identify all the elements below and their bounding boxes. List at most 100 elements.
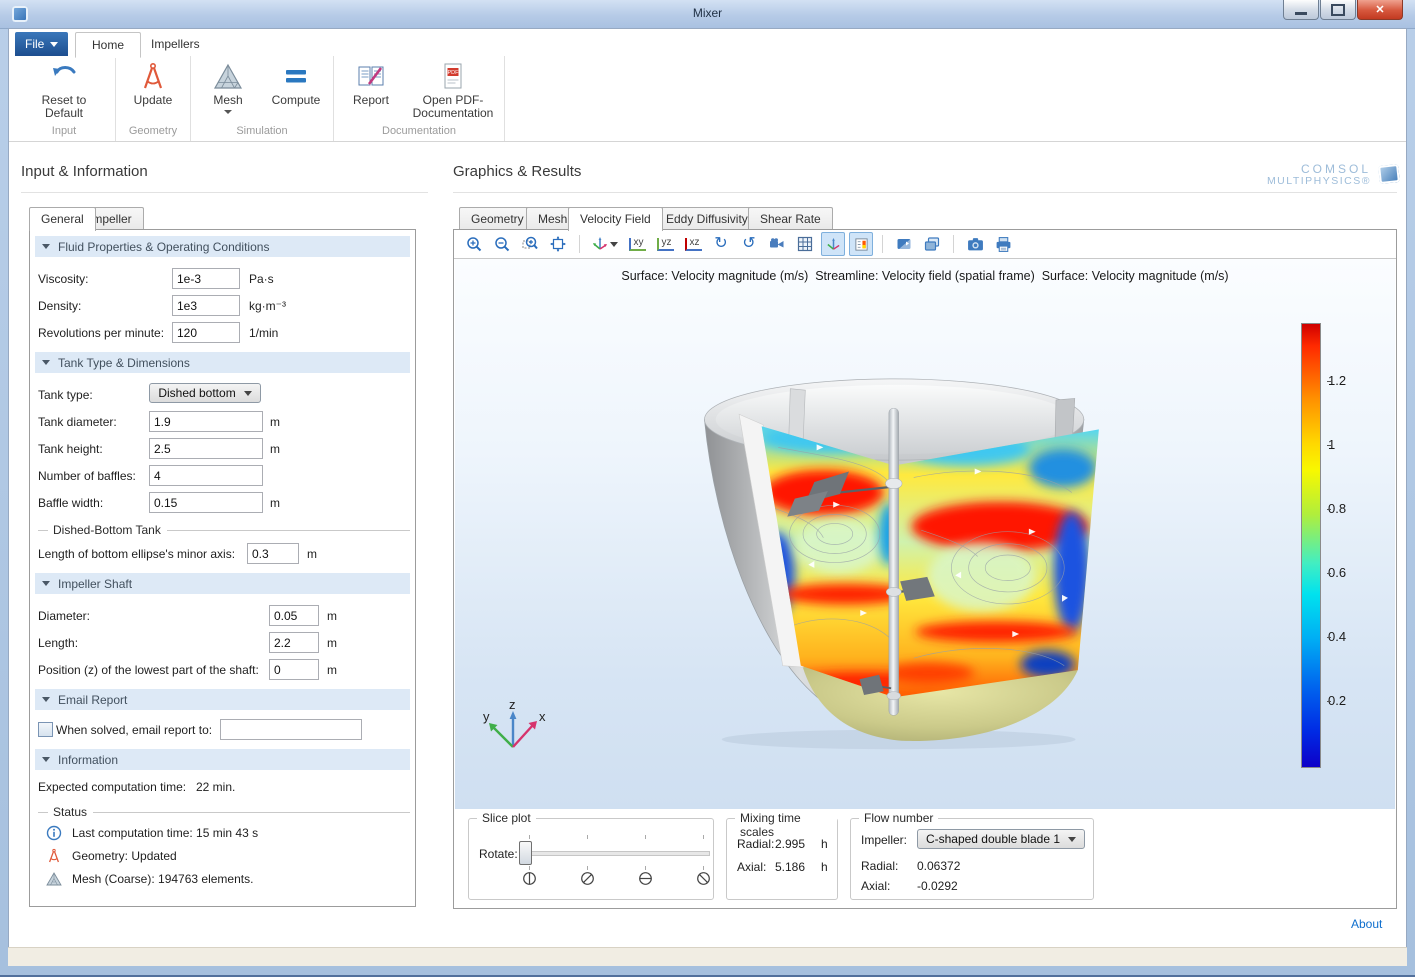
- graphics-canvas[interactable]: Surface: Velocity magnitude (m/s) Stream…: [455, 259, 1395, 809]
- status-mesh: Mesh (Coarse): 194763 elements.: [30, 868, 415, 891]
- left-panel-rule: [21, 192, 428, 193]
- shaft-diameter-input[interactable]: [269, 605, 319, 626]
- minimize-button[interactable]: [1283, 0, 1319, 20]
- email-checkbox[interactable]: [38, 722, 53, 737]
- comsol-logo: COMSOL MULTIPHYSICS®: [1263, 163, 1400, 187]
- report-button[interactable]: Report: [342, 58, 400, 107]
- section-fluid-properties[interactable]: Fluid Properties & Operating Conditions: [35, 236, 410, 257]
- zoom-extents-icon[interactable]: [546, 232, 570, 256]
- slice-diagonal-icon[interactable]: [580, 871, 595, 889]
- section-tank[interactable]: Tank Type & Dimensions: [35, 352, 410, 373]
- mixer-tank-plot: [704, 378, 1099, 750]
- tab-general[interactable]: General: [29, 207, 96, 231]
- viscosity-input[interactable]: [172, 268, 240, 289]
- reset-to-default-button[interactable]: Reset to Default: [21, 58, 107, 120]
- titlebar[interactable]: Mixer: [0, 0, 1415, 29]
- shaft-position-input[interactable]: [269, 659, 319, 680]
- mesh-label: Mesh: [213, 93, 243, 107]
- tab-geometry[interactable]: Geometry: [459, 207, 536, 230]
- rotate-label: Rotate:: [479, 847, 518, 861]
- status-geometry: Geometry: Updated: [30, 845, 415, 868]
- minor-axis-label: Length of bottom ellipse's minor axis:: [38, 547, 236, 561]
- triad-z-label: z: [509, 699, 516, 712]
- rotate-slider-thumb[interactable]: [519, 841, 532, 865]
- section-impeller-shaft[interactable]: Impeller Shaft: [35, 573, 410, 594]
- ribbon-group-simulation: Mesh Compute Simulation: [191, 56, 334, 141]
- file-menu-button[interactable]: File: [15, 32, 69, 56]
- zoom-out-icon[interactable]: [490, 232, 514, 256]
- section-email-report[interactable]: Email Report: [35, 689, 410, 710]
- report-icon: [356, 60, 386, 92]
- print-icon[interactable]: [991, 232, 1015, 256]
- density-input[interactable]: [172, 295, 240, 316]
- zoom-box-icon[interactable]: [518, 232, 542, 256]
- rotate-left-icon[interactable]: ↻: [709, 232, 733, 256]
- tank-type-dropdown[interactable]: Dished bottom: [149, 383, 261, 403]
- section-information[interactable]: Information: [35, 749, 410, 770]
- expected-time-value: 22 min.: [196, 780, 236, 794]
- graphics-panel: xy yz xz ↻ ↺ Surface: Velocity magnitude…: [453, 229, 1397, 909]
- transparency-icon[interactable]: [892, 232, 916, 256]
- reset-to-default-label: Reset to Default: [41, 93, 87, 120]
- view-orientation-icon[interactable]: [589, 232, 621, 256]
- tab-general-label: General: [41, 212, 84, 226]
- grid-icon[interactable]: [793, 232, 817, 256]
- tank-diameter-label: Tank diameter:: [38, 415, 117, 429]
- colorbar: 1.2 1 0.8 0.6 0.4 0.2: [1301, 323, 1346, 768]
- shaft-length-row: Length: m: [30, 629, 415, 656]
- view-xy-icon[interactable]: xy: [625, 232, 649, 256]
- minimize-icon: [1295, 12, 1307, 15]
- ribbon-tab-impellers[interactable]: Impellers: [135, 32, 216, 56]
- scene-camera-icon[interactable]: [765, 232, 789, 256]
- compute-button[interactable]: Compute: [267, 58, 325, 107]
- view-xz-icon[interactable]: xz: [681, 232, 705, 256]
- shaft-length-input[interactable]: [269, 632, 319, 653]
- tank-height-input[interactable]: [149, 438, 263, 459]
- update-button[interactable]: Update: [124, 58, 182, 107]
- maximize-button[interactable]: [1320, 0, 1356, 20]
- slice-horizontal-icon[interactable]: [638, 871, 653, 889]
- close-button[interactable]: ✕: [1357, 0, 1403, 20]
- email-row: When solved, email report to:: [30, 716, 415, 743]
- zoom-in-icon[interactable]: [462, 232, 486, 256]
- mesh-button[interactable]: Mesh: [199, 58, 257, 114]
- tank-diameter-input[interactable]: [149, 411, 263, 432]
- rotate-right-icon[interactable]: ↺: [737, 232, 761, 256]
- minor-axis-row: Length of bottom ellipse's minor axis: m: [30, 540, 415, 567]
- viscosity-row: Viscosity: Pa·s: [30, 265, 415, 292]
- slice-antidiagonal-icon[interactable]: [696, 871, 711, 889]
- slice-vertical-icon[interactable]: [522, 871, 537, 889]
- mixing-radial-unit: h: [821, 837, 828, 851]
- density-unit: kg·m⁻³: [249, 299, 286, 313]
- ribbon-tab-home[interactable]: Home: [75, 32, 142, 58]
- axes-toggle-icon[interactable]: [821, 232, 845, 256]
- tab-velocity-field[interactable]: Velocity Field: [568, 207, 663, 231]
- rotate-slider-track[interactable]: [523, 851, 710, 856]
- email-input[interactable]: [220, 719, 362, 740]
- density-row: Density: kg·m⁻³: [30, 292, 415, 319]
- rpm-input[interactable]: [172, 322, 240, 343]
- impeller-dropdown[interactable]: C-shaped double blade 1: [917, 829, 1085, 849]
- about-link[interactable]: About: [1351, 917, 1382, 931]
- comsol-logo-line2: MULTIPHYSICS®: [1266, 175, 1371, 187]
- minor-axis-input[interactable]: [247, 543, 299, 564]
- expected-time-row: Expected computation time: 22 min.: [30, 776, 415, 798]
- baffle-width-input[interactable]: [149, 492, 263, 513]
- open-pdf-documentation-button[interactable]: PDF Open PDF-Documentation: [410, 58, 496, 120]
- report-label: Report: [352, 93, 390, 107]
- color-legend-toggle-icon[interactable]: [849, 232, 873, 256]
- baffles-count-input[interactable]: [149, 465, 263, 486]
- tab-eddy-diffusivity[interactable]: Eddy Diffusivity: [654, 207, 760, 230]
- tab-eddy-diffusivity-label: Eddy Diffusivity: [666, 212, 748, 226]
- tab-shear-rate[interactable]: Shear Rate: [748, 207, 833, 230]
- flow-radial-value: 0.06372: [917, 859, 961, 873]
- environment-icon[interactable]: [920, 232, 944, 256]
- snapshot-icon[interactable]: [963, 232, 987, 256]
- flow-axial-value: -0.0292: [917, 879, 958, 893]
- tab-shear-rate-label: Shear Rate: [760, 212, 821, 226]
- ribbon-group-simulation-label: Simulation: [236, 125, 288, 137]
- view-yz-icon[interactable]: yz: [653, 232, 677, 256]
- tank-type-label: Tank type:: [38, 388, 93, 402]
- email-checkbox-label: When solved, email report to:: [56, 723, 213, 737]
- undo-icon: [49, 60, 79, 92]
